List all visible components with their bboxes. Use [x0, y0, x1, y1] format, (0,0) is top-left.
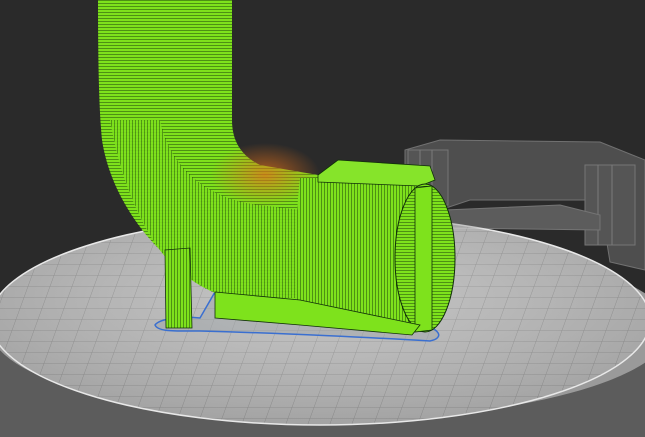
- 3d-viewport[interactable]: [0, 0, 645, 437]
- scene-canvas[interactable]: [0, 0, 645, 437]
